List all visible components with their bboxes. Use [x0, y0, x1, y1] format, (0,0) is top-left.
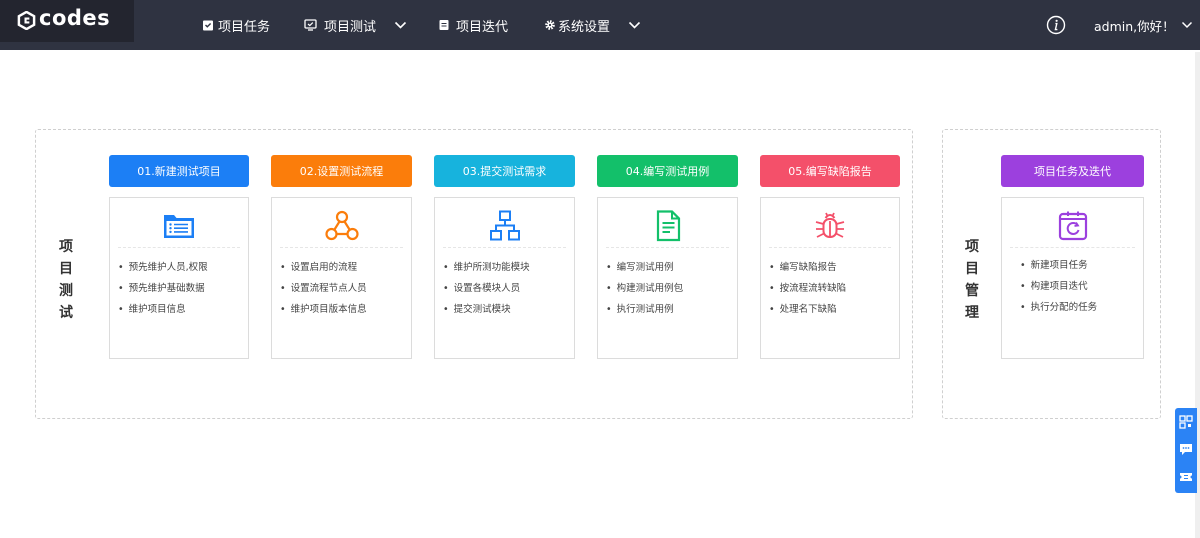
list-item: 设置流程节点人员 — [280, 278, 367, 299]
step-card-new-project: 预先维护人员,权限 预先维护基础数据 维护项目信息 — [109, 197, 249, 359]
step-item-list: 编写测试用例 构建测试用例包 执行测试用例 — [606, 257, 684, 320]
list-item: 维护项目版本信息 — [280, 299, 367, 320]
list-item: 预先维护基础数据 — [118, 278, 208, 299]
cycle-box-icon — [1058, 211, 1087, 241]
list-item: 新建项目任务 — [1020, 255, 1097, 276]
folder-list-icon — [164, 215, 194, 238]
codes-logo-icon — [17, 11, 36, 30]
step-item-list: 维护所测功能模块 设置各模块人员 提交测试模块 — [443, 257, 530, 320]
nav-item-settings[interactable]: 系统设置 — [544, 0, 610, 50]
hierarchy-icon — [489, 210, 520, 241]
user-menu[interactable]: admin,你好！ — [1094, 0, 1193, 50]
list-item: 执行分配的任务 — [1020, 297, 1098, 318]
step-header-tasks-iteration[interactable]: 项目任务及迭代 — [1001, 155, 1144, 187]
ticket-icon[interactable] — [1179, 470, 1193, 484]
card-tasks-iteration: 新建项目任务 构建项目迭代 执行分配的任务 — [1001, 197, 1144, 359]
step-item-list: 编写缺陷报告 按流程流转缺陷 处理名下缺陷 — [769, 257, 847, 320]
list-item: 编写缺陷报告 — [769, 257, 846, 278]
card-divider — [443, 247, 566, 248]
chevron-down-icon — [1181, 21, 1192, 29]
info-icon[interactable] — [1046, 15, 1066, 35]
card-divider — [606, 247, 729, 248]
user-greeting: admin,你好！ — [1094, 18, 1175, 34]
logo-text: codes — [39, 6, 111, 30]
list-item: 构建测试用例包 — [606, 278, 684, 299]
step-card-write-defects: 编写缺陷报告 按流程流转缺陷 处理名下缺陷 — [760, 197, 900, 359]
chevron-down-icon[interactable] — [394, 19, 407, 31]
step-card-write-cases: 编写测试用例 构建测试用例包 执行测试用例 — [597, 197, 738, 359]
step-item-list: 设置启用的流程 设置流程节点人员 维护项目版本信息 — [280, 257, 367, 320]
document-lines-icon — [656, 210, 680, 242]
nav-label: 系统设置 — [558, 19, 611, 35]
qrcode-icon[interactable] — [1179, 415, 1193, 429]
list-item: 维护项目信息 — [118, 299, 208, 320]
step-header-write-defects[interactable]: 05.编写缺陷报告 — [760, 155, 900, 187]
nav-label: 项目测试 — [324, 19, 377, 35]
nav-label: 项目任务 — [218, 19, 271, 35]
list-item: 编写测试用例 — [606, 257, 683, 278]
card-divider — [1010, 247, 1135, 248]
list-item: 提交测试模块 — [443, 299, 530, 320]
step-header-write-cases[interactable]: 04.编写测试用例 — [597, 155, 738, 187]
chat-icon[interactable] — [1179, 442, 1193, 456]
list-item: 执行测试用例 — [606, 299, 683, 320]
list-item: 设置各模块人员 — [443, 278, 530, 299]
step-card-submit-requirements: 维护所测功能模块 设置各模块人员 提交测试模块 — [434, 197, 575, 359]
gear-icon — [545, 20, 555, 30]
top-navbar: codes 项目任务 项目测试 项目迭代 系统设置 admin,你好！ — [0, 0, 1200, 50]
list-item: 按流程流转缺陷 — [769, 278, 847, 299]
nav-label: 项目迭代 — [456, 19, 509, 35]
step-card-setup-flow: 设置启用的流程 设置流程节点人员 维护项目版本信息 — [271, 197, 412, 359]
card-divider — [769, 247, 891, 248]
list-item: 构建项目迭代 — [1020, 276, 1097, 297]
step-header-submit-requirements[interactable]: 03.提交测试需求 — [434, 155, 575, 187]
clipboard-icon — [203, 20, 213, 31]
list-item: 维护所测功能模块 — [443, 257, 530, 278]
step-header-setup-flow[interactable]: 02.设置测试流程 — [271, 155, 412, 187]
bug-icon — [815, 212, 845, 238]
nav-item-tasks[interactable]: 项目任务 — [202, 0, 270, 50]
project-management-label: 项 目 管 理 — [965, 239, 979, 321]
document-icon — [439, 20, 449, 30]
step-header-new-project[interactable]: 01.新建测试项目 — [109, 155, 249, 187]
step-item-list: 预先维护人员,权限 预先维护基础数据 维护项目信息 — [118, 257, 208, 320]
list-item: 处理名下缺陷 — [769, 299, 846, 320]
nav-item-iteration[interactable]: 项目迭代 — [438, 0, 508, 50]
list-item: 预先维护人员,权限 — [118, 257, 208, 278]
monitor-check-icon — [304, 19, 317, 31]
floating-toolbar — [1175, 408, 1197, 493]
card-item-list: 新建项目任务 构建项目迭代 执行分配的任务 — [1020, 255, 1098, 318]
project-testing-label: 项 目 测 试 — [59, 239, 73, 321]
list-item: 设置启用的流程 — [280, 257, 367, 278]
card-divider — [280, 247, 403, 248]
nav-item-testing[interactable]: 项目测试 — [304, 0, 376, 50]
flow-nodes-icon — [324, 210, 359, 241]
logo[interactable]: codes — [0, 0, 134, 42]
card-divider — [118, 247, 240, 248]
chevron-down-icon[interactable] — [628, 19, 641, 31]
